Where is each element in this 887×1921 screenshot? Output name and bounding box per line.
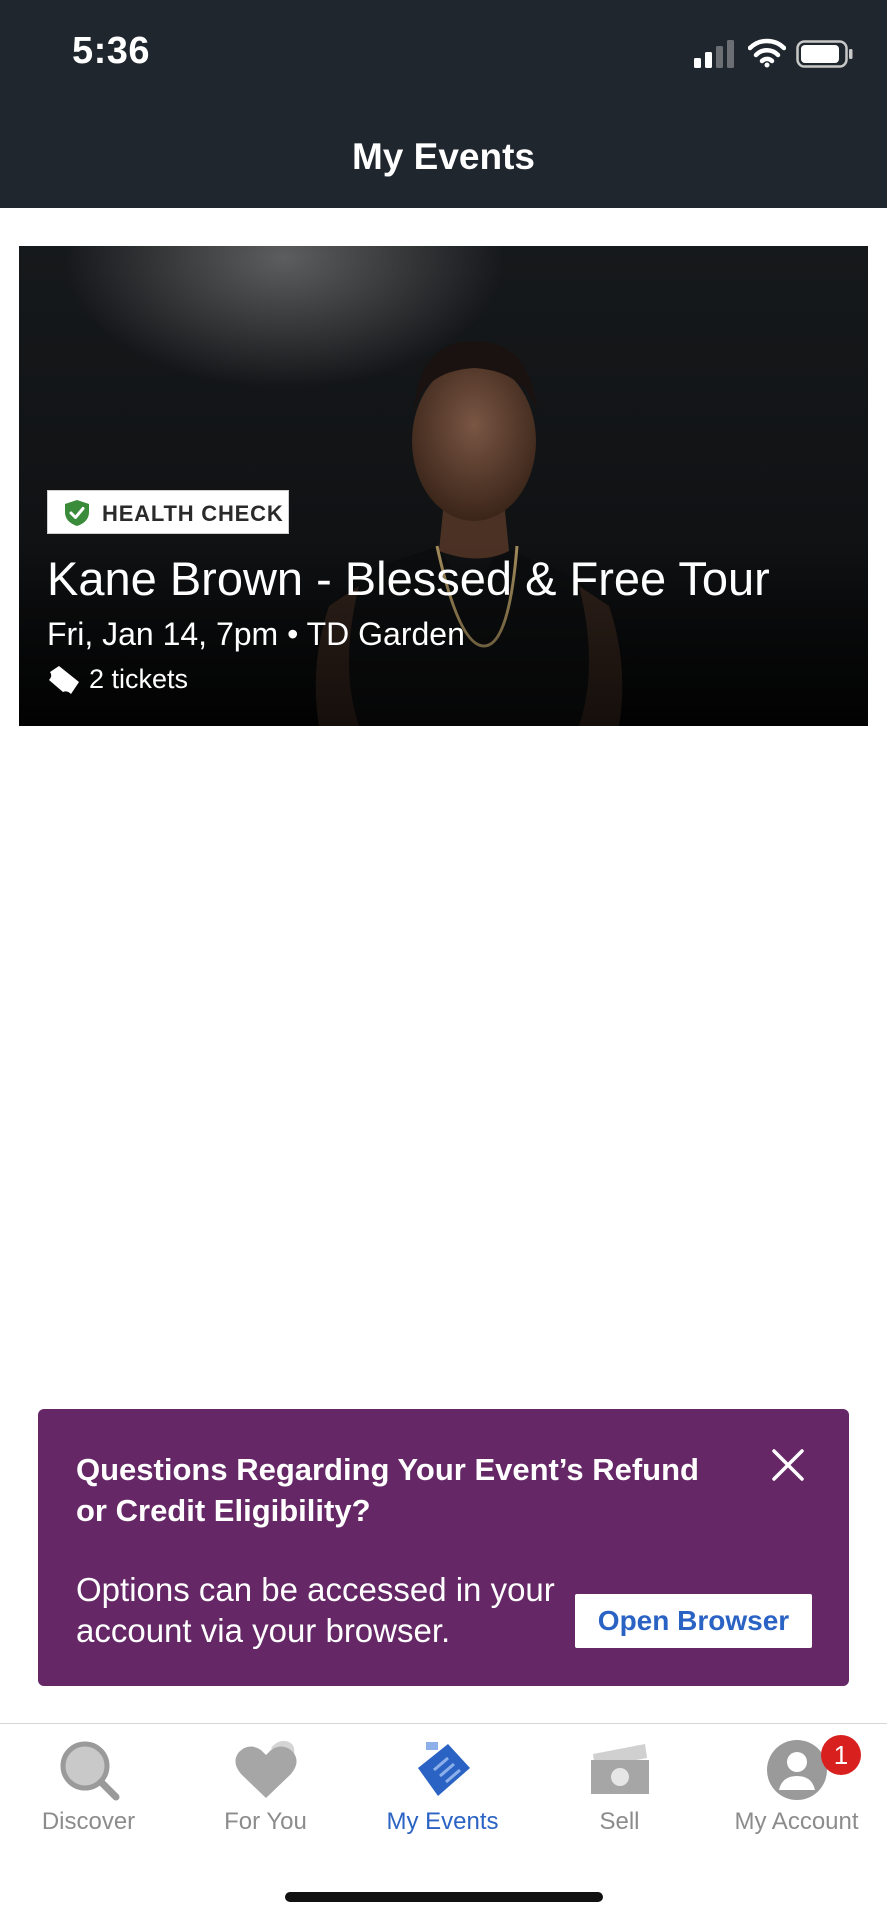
wifi-icon	[748, 38, 786, 68]
app-header: 5:36 My Events	[0, 0, 887, 208]
tab-discover[interactable]: Discover	[0, 1724, 177, 1854]
page-title: My Events	[351, 136, 535, 177]
event-title: Kane Brown - Blessed & Free Tour	[47, 552, 770, 605]
event-date-venue: Fri, Jan 14, 7pm • TD Garden	[47, 616, 465, 652]
event-card[interactable]: HEALTH CHECK Kane Brown - Blessed & Free…	[19, 246, 868, 726]
tab-label: For You	[224, 1808, 307, 1835]
status-time: 5:36	[72, 30, 151, 72]
search-icon	[60, 1741, 119, 1801]
tickets-icon	[417, 1742, 470, 1796]
banner-title: Questions Regarding Your Event’s Refund …	[76, 1452, 699, 1528]
heart-icon	[234, 1740, 297, 1798]
performer-photo	[19, 341, 868, 726]
open-browser-button[interactable]: Open Browser	[575, 1594, 812, 1648]
money-icon	[590, 1744, 649, 1794]
banner-body: Options can be accessed in your account …	[76, 1571, 555, 1649]
tab-label: My Account	[734, 1808, 859, 1835]
ticket-count: 2 tickets	[89, 664, 189, 694]
shield-check-icon	[65, 500, 89, 526]
refund-info-banner: Questions Regarding Your Event’s Refund …	[38, 1409, 849, 1686]
tab-for-you[interactable]: For You	[177, 1724, 354, 1854]
battery-icon	[796, 40, 853, 68]
close-icon[interactable]	[768, 1445, 808, 1485]
tab-label: Sell	[599, 1808, 640, 1835]
cellular-signal-icon	[694, 40, 734, 68]
person-icon	[766, 1740, 827, 1800]
notification-badge: 1	[821, 1735, 861, 1775]
badge-label: HEALTH CHECK	[102, 501, 284, 526]
tab-label: Discover	[41, 1808, 136, 1835]
tab-sell[interactable]: Sell	[531, 1724, 708, 1854]
health-check-badge: HEALTH CHECK	[47, 490, 289, 534]
tab-label: My Events	[386, 1808, 499, 1835]
home-indicator[interactable]	[285, 1892, 603, 1902]
tab-my-account[interactable]: My Account	[708, 1724, 885, 1854]
ticket-icon	[49, 666, 79, 694]
tab-my-events[interactable]: My Events	[354, 1724, 531, 1854]
